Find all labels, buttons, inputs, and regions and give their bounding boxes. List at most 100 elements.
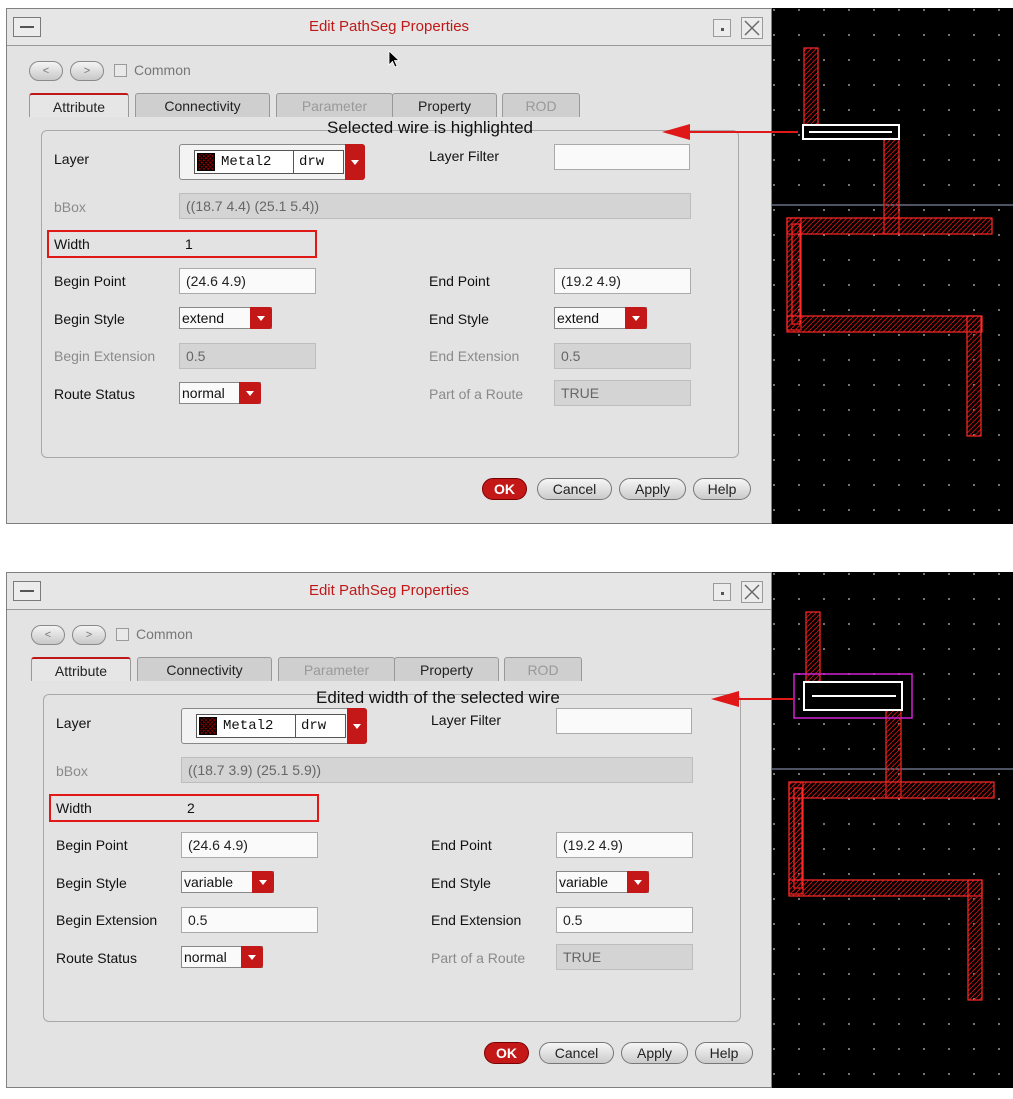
width-label: Width [54, 236, 90, 252]
annotation-text: Selected wire is highlighted [327, 118, 534, 137]
close-icon[interactable] [741, 581, 763, 603]
part-of-route-field: TRUE [556, 944, 693, 970]
annotation-arrow-icon [711, 691, 793, 707]
bbox-label: bBox [54, 199, 86, 215]
tab-attribute[interactable]: Attribute [31, 657, 131, 681]
layer-label: Layer [54, 151, 90, 167]
common-label: Common [136, 626, 193, 642]
close-icon[interactable] [741, 17, 763, 39]
forward-button[interactable]: > [70, 61, 104, 81]
top-panel: Edit PathSeg Properties < > Common Attri… [0, 0, 1013, 526]
cancel-button[interactable]: Cancel [537, 478, 612, 500]
begin-point-input[interactable]: (24.6 4.9) [181, 832, 318, 858]
layer-name: Metal2 [223, 718, 274, 734]
attribute-form [41, 130, 739, 458]
layer-filter-input[interactable] [556, 708, 692, 734]
width-input[interactable]: 1 [185, 234, 193, 254]
apply-button[interactable]: Apply [619, 478, 686, 500]
chevron-down-icon[interactable] [239, 382, 261, 404]
annotation-text: Edited width of the selected wire [316, 688, 560, 707]
end-extension-label: End Extension [429, 348, 520, 364]
layout-canvas[interactable] [772, 8, 1013, 524]
ok-button[interactable]: OK [484, 1042, 529, 1064]
route-status-label: Route Status [56, 950, 137, 966]
end-style-select[interactable]: variable [556, 871, 649, 893]
begin-style-label: Begin Style [54, 311, 125, 327]
chevron-down-icon[interactable] [345, 144, 365, 180]
tab-connectivity[interactable]: Connectivity [137, 657, 272, 681]
layer-select[interactable]: Metal2 drw [181, 708, 367, 744]
edit-pathseg-dialog: Edit PathSeg Properties < > Common Attri… [6, 8, 772, 524]
minimize-button[interactable] [713, 583, 731, 601]
metal2-swatch-icon [199, 717, 217, 735]
part-of-route-label: Part of a Route [429, 386, 524, 402]
common-label: Common [134, 62, 191, 78]
common-checkbox[interactable] [114, 64, 127, 77]
tab-parameter: Parameter [276, 93, 393, 117]
layout-drawing [772, 8, 1013, 524]
tab-property[interactable]: Property [392, 93, 497, 117]
apply-button[interactable]: Apply [621, 1042, 688, 1064]
route-status-select[interactable]: normal [179, 382, 261, 404]
title-bar[interactable]: Edit PathSeg Properties [7, 9, 771, 46]
end-style-select[interactable]: extend [554, 307, 647, 329]
ok-button[interactable]: OK [482, 478, 527, 500]
chevron-down-icon[interactable] [241, 946, 263, 968]
begin-style-select[interactable]: variable [181, 871, 274, 893]
end-style-value: variable [559, 874, 609, 890]
part-of-route-field: TRUE [554, 380, 691, 406]
edit-pathseg-dialog: Edit PathSeg Properties < > Common Attri… [6, 572, 772, 1088]
layer-select[interactable]: Metal2 drw [179, 144, 365, 180]
end-point-label: End Point [431, 837, 492, 853]
chevron-down-icon[interactable] [625, 307, 647, 329]
begin-extension-label: Begin Extension [54, 348, 156, 364]
chevron-down-icon[interactable] [347, 708, 367, 744]
tab-property[interactable]: Property [394, 657, 499, 681]
begin-style-select[interactable]: extend [179, 307, 272, 329]
layout-drawing [772, 572, 1013, 1088]
chevron-down-icon[interactable] [627, 871, 649, 893]
begin-point-label: Begin Point [54, 273, 126, 289]
tab-connectivity[interactable]: Connectivity [135, 93, 270, 117]
bbox-label: bBox [56, 763, 88, 779]
window-title: Edit PathSeg Properties [308, 18, 470, 35]
end-point-input[interactable]: (19.2 4.9) [556, 832, 693, 858]
width-input[interactable]: 2 [187, 798, 195, 818]
back-button[interactable]: < [31, 625, 65, 645]
end-style-label: End Style [429, 311, 489, 327]
attribute-form [43, 694, 741, 1022]
help-button[interactable]: Help [695, 1042, 753, 1064]
layout-canvas[interactable] [772, 572, 1013, 1088]
annotation-arrow-icon [662, 124, 798, 140]
forward-button[interactable]: > [72, 625, 106, 645]
help-button[interactable]: Help [693, 478, 751, 500]
minimize-button[interactable] [713, 19, 731, 37]
layer-label: Layer [56, 715, 92, 731]
tab-parameter: Parameter [278, 657, 395, 681]
route-status-value: normal [182, 385, 225, 401]
chevron-down-icon[interactable] [252, 871, 274, 893]
end-extension-input[interactable]: 0.5 [556, 907, 693, 933]
title-bar[interactable]: Edit PathSeg Properties [7, 573, 771, 610]
cancel-button[interactable]: Cancel [539, 1042, 614, 1064]
end-style-value: extend [557, 310, 600, 326]
layer-name: Metal2 [221, 154, 272, 170]
layer-filter-input[interactable] [554, 144, 690, 170]
end-extension-label: End Extension [431, 912, 522, 928]
begin-point-input[interactable]: (24.6 4.9) [179, 268, 316, 294]
end-point-input[interactable]: (19.2 4.9) [554, 268, 691, 294]
tab-attribute[interactable]: Attribute [29, 93, 129, 117]
common-checkbox[interactable] [116, 628, 129, 641]
begin-style-value: extend [182, 310, 225, 326]
route-status-select[interactable]: normal [181, 946, 263, 968]
metal2-swatch-icon [197, 153, 215, 171]
begin-point-label: Begin Point [56, 837, 128, 853]
bbox-field: ((18.7 4.4) (25.1 5.4)) [179, 193, 691, 219]
route-status-value: normal [184, 949, 227, 965]
back-button[interactable]: < [29, 61, 63, 81]
begin-style-value: variable [184, 874, 234, 890]
layer-filter-label: Layer Filter [431, 712, 502, 728]
begin-extension-input[interactable]: 0.5 [181, 907, 318, 933]
route-status-label: Route Status [54, 386, 135, 402]
chevron-down-icon[interactable] [250, 307, 272, 329]
